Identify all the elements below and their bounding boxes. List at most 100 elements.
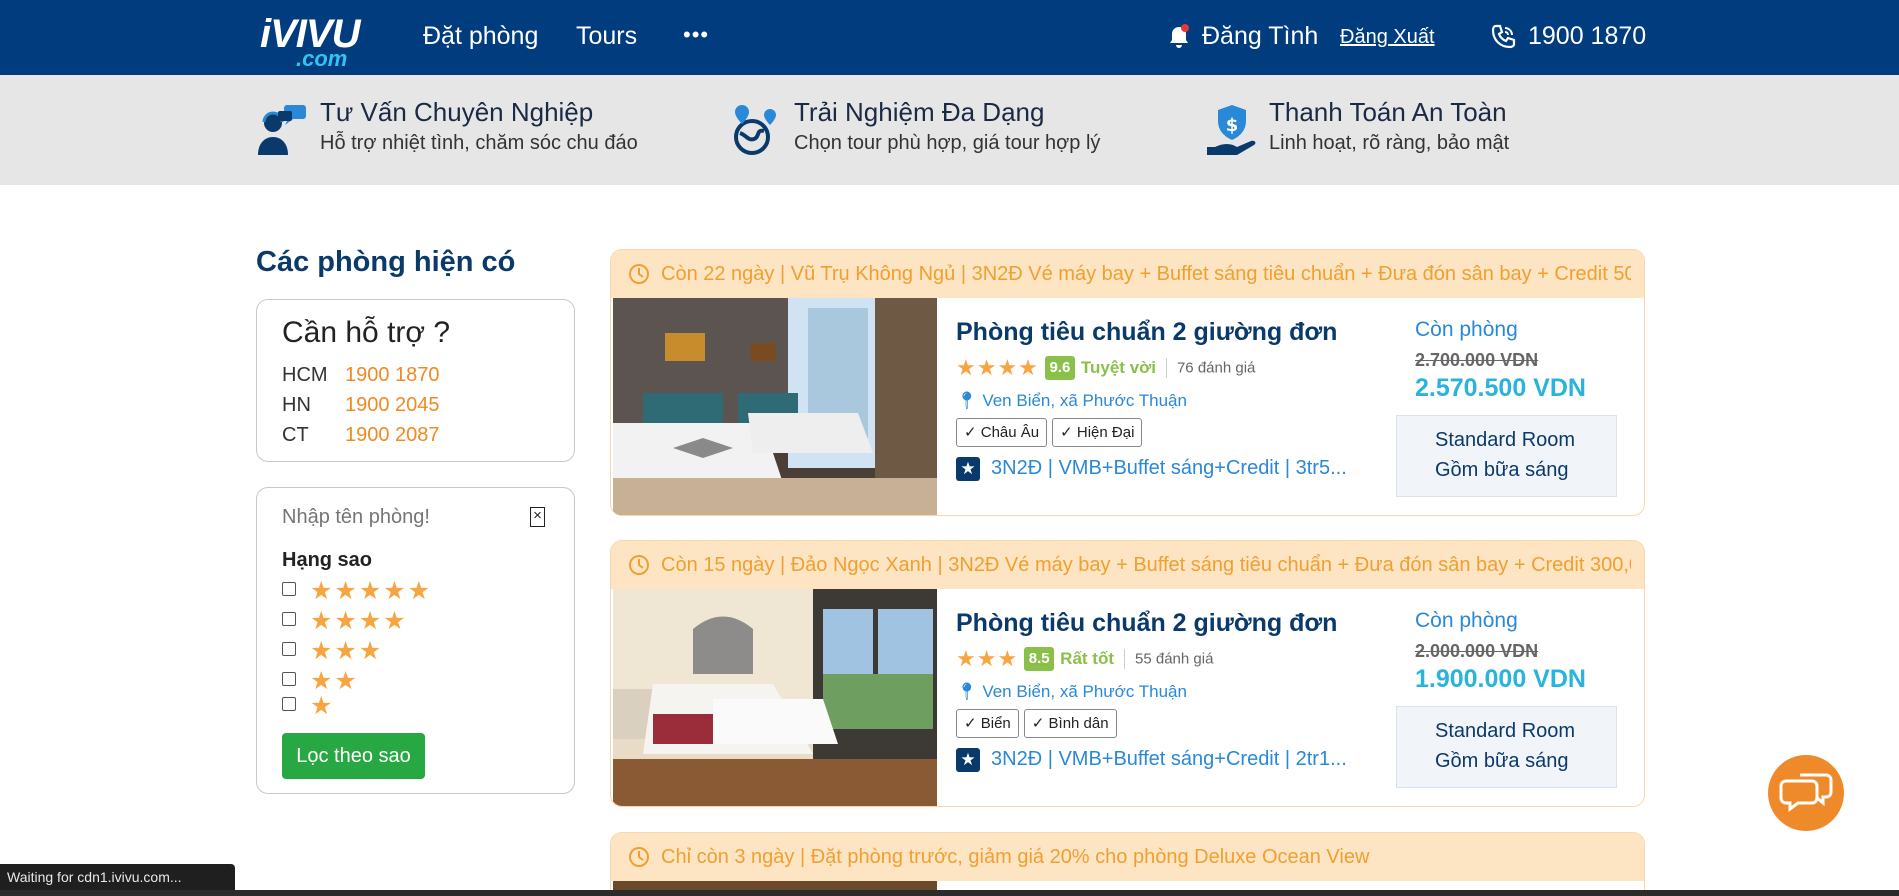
room-type-box[interactable]: Standard Room Gồm bữa sáng	[1396, 706, 1617, 788]
support-heading: Cần hỗ trợ ?	[282, 316, 451, 349]
support-city: CT	[282, 424, 309, 446]
promo-text: Còn 22 ngày | Vũ Trụ Không Ngủ | 3N2Đ Vé…	[661, 263, 1631, 285]
svg-text:$: $	[1226, 115, 1239, 136]
divider	[1124, 649, 1125, 669]
globe-pin-icon	[734, 105, 776, 155]
package-row[interactable]: ★ 3N2Đ | VMB+Buffet sáng+Credit | 3tr5..…	[956, 453, 1360, 487]
clear-search-icon[interactable]: ×	[530, 507, 545, 527]
promo-banner[interactable]: Chỉ còn 3 ngày | Đặt phòng trước, giảm g…	[611, 833, 1644, 881]
room-card[interactable]: Còn 15 ngày | Đảo Ngọc Xanh | 3N2Đ Vé má…	[610, 540, 1645, 807]
tag-label: Biển	[980, 715, 1011, 732]
promo-text: Còn 15 ngày | Đảo Ngọc Xanh | 3N2Đ Vé má…	[661, 554, 1631, 576]
room-photo[interactable]	[613, 298, 937, 515]
room-photo[interactable]	[613, 589, 937, 806]
room-location: 📍︎ Ven Biển, xã Phước Thuận	[956, 682, 1187, 702]
nav-book-room[interactable]: Đặt phòng	[423, 22, 538, 51]
check-icon: ✓	[964, 715, 981, 732]
room-card[interactable]: Còn 22 ngày | Vũ Trụ Không Ngủ | 3N2Đ Vé…	[610, 249, 1645, 516]
stars-4-icon: ★★★★	[310, 607, 408, 635]
room-info: Phòng tiêu chuẩn 2 giường đơn ★★★★ 9.6 Tuy…	[937, 298, 1378, 515]
map-pin-icon: 📍︎	[956, 682, 978, 701]
hotel-stars-icon: ★★★	[956, 646, 1019, 671]
review-count: 55 đánh giá	[1135, 650, 1214, 668]
support-box: Cần hỗ trợ ? HCM 1900 1870 HN 1900 2045 CT…	[256, 299, 575, 462]
room-tag: ✓ Châu Âu	[956, 418, 1048, 447]
availability-status: Còn phòng	[1415, 318, 1518, 341]
clock-icon	[629, 555, 649, 575]
board-type: Gồm bữa sáng	[1435, 750, 1569, 772]
user-name[interactable]: Đăng Tình	[1202, 22, 1318, 51]
clock-icon	[629, 847, 649, 867]
room-info: Phòng tiêu chuẩn 2 giường đơn ★★★ 8.5 Rất …	[937, 589, 1378, 806]
promo-banner[interactable]: Còn 15 ngày | Đảo Ngọc Xanh | 3N2Đ Vé má…	[611, 541, 1644, 589]
star-badge-icon: ★	[956, 748, 980, 772]
feature-title: Trải Nghiệm Đa Dạng	[794, 97, 1045, 127]
check-icon: ✓	[1060, 424, 1077, 441]
room-tags: ✓ Biển ✓ Bình dân	[956, 709, 1122, 739]
room-rating: ★★★★ 9.6 Tuyệt vời 76 đánh giá	[956, 355, 1255, 381]
support-phone[interactable]: 1900 2045	[345, 394, 440, 416]
star-5-checkbox[interactable]	[282, 582, 296, 596]
room-tag: ✓ Biển	[956, 709, 1019, 738]
room-tags: ✓ Châu Âu ✓ Hiện Đại	[956, 418, 1147, 448]
new-price: 1.900.000 VDN	[1415, 665, 1586, 693]
support-row-hn: HN 1900 2045	[282, 394, 440, 417]
support-row-hcm: HCM 1900 1870	[282, 364, 440, 387]
room-location: 📍︎ Ven Biển, xã Phước Thuận	[956, 391, 1187, 411]
room-type: Standard Room	[1435, 429, 1576, 451]
star-rating-label: Hạng sao	[282, 549, 373, 571]
phone-icon	[1491, 24, 1516, 49]
support-row-ct: CT 1900 2087	[282, 424, 440, 447]
support-phone[interactable]: 1900 2087	[345, 424, 440, 446]
chat-icon	[1779, 773, 1833, 812]
nav-tours[interactable]: Tours	[576, 22, 637, 51]
room-rating: ★★★ 8.5 Rất tốt 55 đánh giá	[956, 646, 1213, 672]
feature-title: Thanh Toán An Toàn	[1269, 97, 1507, 127]
chat-button[interactable]	[1768, 755, 1844, 831]
nav-more-menu[interactable]: •••	[683, 22, 709, 48]
map-pin-icon: 📍︎	[956, 391, 978, 410]
support-city: HN	[282, 394, 311, 416]
stars-5-icon: ★★★★★	[310, 577, 433, 605]
bell-icon[interactable]	[1167, 24, 1191, 50]
shield-payment-icon: $	[1207, 105, 1256, 155]
new-price: 2.570.500 VDN	[1415, 374, 1586, 402]
location-text: Ven Biển, xã Phước Thuận	[982, 391, 1187, 410]
feature-title: Tư Vấn Chuyên Nghiệp	[320, 97, 594, 127]
review-label: Rất tốt	[1060, 649, 1114, 668]
tag-label: Bình dân	[1048, 715, 1109, 732]
star-3-checkbox[interactable]	[282, 642, 296, 656]
feature-subtitle: Linh hoạt, rõ ràng, bảo mật	[1269, 132, 1510, 154]
hotel-stars-icon: ★★★★	[956, 355, 1039, 380]
room-name[interactable]: Phòng tiêu chuẩn 2 giường đơn	[956, 609, 1337, 638]
promo-banner[interactable]: Còn 22 ngày | Vũ Trụ Không Ngủ | 3N2Đ Vé…	[611, 250, 1644, 298]
star-2-checkbox[interactable]	[282, 672, 296, 686]
logout-link[interactable]: Đăng Xuất	[1340, 26, 1435, 49]
tag-label: Hiện Đại	[1076, 424, 1135, 441]
review-label: Tuyệt vời	[1080, 358, 1156, 377]
room-name-search-input[interactable]	[282, 506, 522, 529]
package-row[interactable]: ★ 3N2Đ | VMB+Buffet sáng+Credit | 2tr1..…	[956, 744, 1360, 778]
room-type: Standard Room	[1435, 720, 1576, 742]
divider	[1165, 358, 1167, 378]
check-icon: ✓	[964, 424, 981, 441]
old-price: 2.000.000 VDN	[1415, 641, 1539, 661]
logo-domain: .com	[296, 46, 348, 71]
room-card-partial[interactable]: Chỉ còn 3 ngày | Đặt phòng trước, giảm g…	[610, 832, 1645, 896]
feature-subtitle: Hỗ trợ nhiệt tình, chăm sóc chu đáo	[320, 132, 638, 154]
tag-label: Châu Âu	[980, 424, 1040, 441]
hotline-number[interactable]: 1900 1870	[1528, 22, 1646, 51]
room-tag: ✓ Bình dân	[1023, 709, 1117, 738]
room-name[interactable]: Phòng tiêu chuẩn 2 giường đơn	[956, 318, 1337, 347]
star-4-checkbox[interactable]	[282, 612, 296, 626]
support-phone[interactable]: 1900 1870	[345, 364, 440, 386]
top-navbar: iVIVU .com Đặt phòng Tours ••• Đăng Tình…	[0, 0, 1899, 75]
ivivu-logo[interactable]: iVIVU .com	[260, 10, 360, 71]
filter-by-stars-button[interactable]: Lọc theo sao	[282, 733, 425, 779]
features-strip: Tư Vấn Chuyên Nghiệp Hỗ trợ nhiệt tình, …	[0, 75, 1899, 185]
star-badge-icon: ★	[956, 457, 980, 481]
room-type-box[interactable]: Standard Room Gồm bữa sáng	[1396, 415, 1617, 497]
review-count: 76 đánh giá	[1176, 359, 1256, 377]
star-1-checkbox[interactable]	[282, 697, 296, 711]
feature-subtitle: Chọn tour phù hợp, giá tour hợp lý	[794, 132, 1101, 154]
